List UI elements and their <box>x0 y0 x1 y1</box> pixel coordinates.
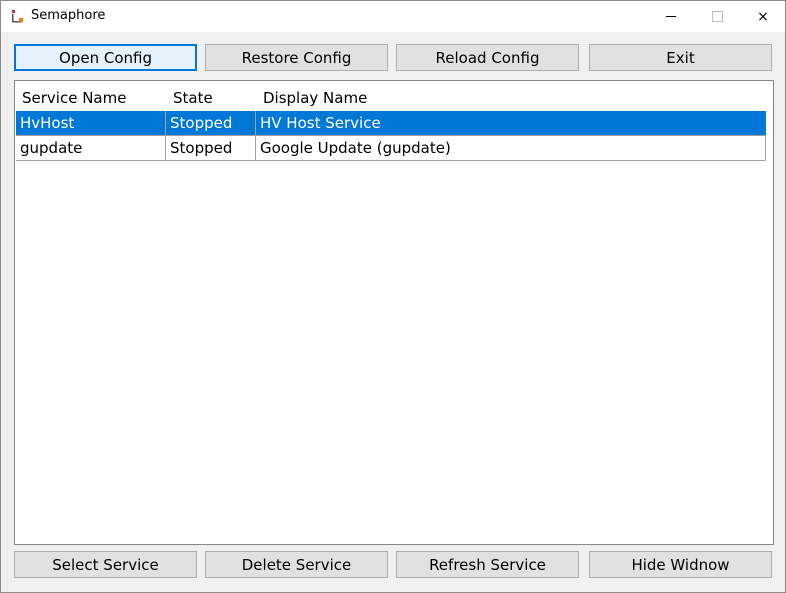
reload-config-button[interactable]: Reload Config <box>396 44 579 71</box>
delete-service-button[interactable]: Delete Service <box>205 551 388 578</box>
select-service-button[interactable]: Select Service <box>14 551 197 578</box>
cell-display-name: HV Host Service <box>260 114 381 132</box>
cell-display-name: Google Update (gupdate) <box>260 139 451 157</box>
app-window: Semaphore × Open Config Restore Config R… <box>0 0 786 593</box>
list-header: Service Name State Display Name <box>16 82 766 111</box>
cell-service-name: HvHost <box>16 111 166 135</box>
title-bar[interactable]: Semaphore × <box>1 1 785 32</box>
column-header-state[interactable]: State <box>167 82 257 111</box>
minimize-button[interactable] <box>648 1 694 32</box>
window-title: Semaphore <box>31 8 106 23</box>
maximize-button[interactable] <box>694 1 740 32</box>
hide-window-button[interactable]: Hide Widnow <box>589 551 772 578</box>
refresh-service-button[interactable]: Refresh Service <box>396 551 579 578</box>
service-list[interactable]: Service Name State Display Name HvHost S… <box>14 80 774 545</box>
open-config-button[interactable]: Open Config <box>14 44 197 71</box>
column-header-display-name[interactable]: Display Name <box>257 82 766 111</box>
column-header-service-name[interactable]: Service Name <box>16 82 167 111</box>
row-divider <box>765 136 766 161</box>
exit-button[interactable]: Exit <box>589 44 772 71</box>
restore-config-button[interactable]: Restore Config <box>205 44 388 71</box>
close-icon: × <box>757 8 769 25</box>
close-button[interactable]: × <box>740 1 786 32</box>
app-icon <box>12 10 23 23</box>
maximize-icon <box>711 11 723 22</box>
minimize-icon <box>666 16 676 17</box>
cell-service-name: gupdate <box>16 136 166 160</box>
list-item[interactable]: HvHost Stopped HV Host Service <box>16 111 766 136</box>
cell-state: Stopped <box>166 136 256 160</box>
list-item[interactable]: gupdate Stopped Google Update (gupdate) <box>16 136 766 161</box>
cell-state: Stopped <box>166 111 256 135</box>
